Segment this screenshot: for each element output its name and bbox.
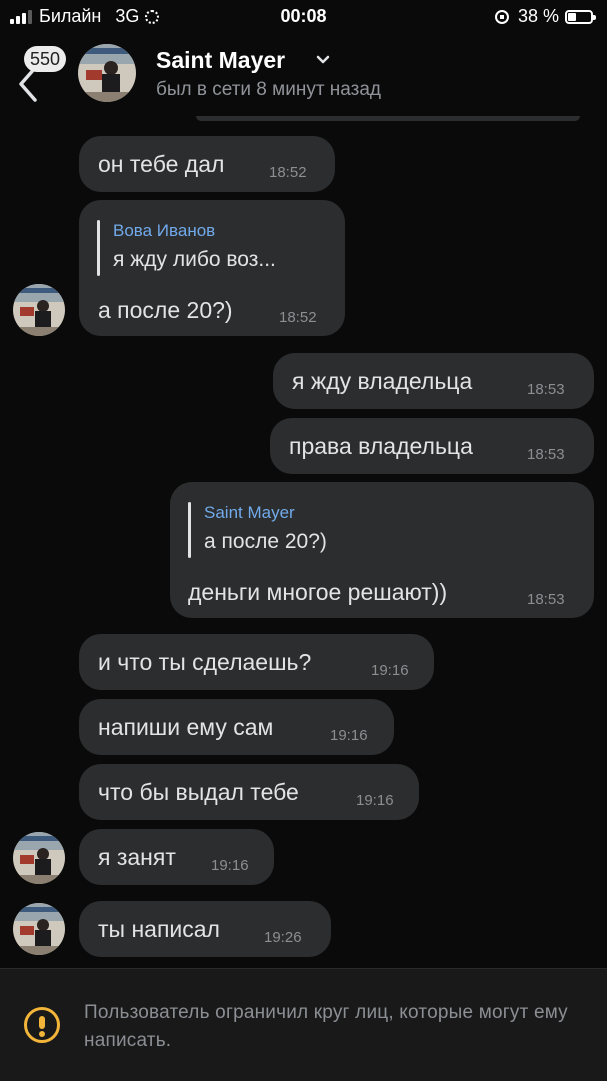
message-text: я занят <box>98 844 176 870</box>
message-time: 19:16 <box>211 857 249 874</box>
sender-avatar[interactable] <box>13 284 65 336</box>
message-bubble-outgoing-reply[interactable]: Saint Mayer а после 20?) деньги многое р… <box>170 482 594 618</box>
contact-name[interactable]: Saint Mayer <box>156 47 285 74</box>
message-text: напиши ему сам <box>98 714 274 740</box>
sender-avatar[interactable] <box>13 903 65 955</box>
sender-avatar[interactable] <box>13 832 65 884</box>
message-bubble-incoming[interactable]: он тебе дал 18:52 <box>79 136 335 192</box>
message-bubble-incoming-reply[interactable]: Вова Иванов я жду либо воз... а после 20… <box>79 200 345 336</box>
message-bubble-incoming[interactable]: что бы выдал тебе 19:16 <box>79 764 419 820</box>
message-bubble-outgoing[interactable]: права владельца 18:53 <box>270 418 594 474</box>
unread-count-badge: 550 <box>24 46 67 72</box>
back-button[interactable]: 550 <box>14 46 74 102</box>
reply-quote-bar <box>97 220 100 276</box>
reply-text: а после 20?) <box>204 530 327 553</box>
chevron-down-icon[interactable] <box>316 55 330 65</box>
last-seen-status: был в сети 8 минут назад <box>156 79 382 100</box>
message-time: 18:52 <box>279 309 317 326</box>
status-bar: Билайн 3G 00:08 38 % <box>0 0 607 34</box>
message-time: 19:26 <box>264 929 302 946</box>
message-text: права владельца <box>289 433 473 459</box>
message-time: 19:16 <box>356 792 394 809</box>
message-text: я жду владельца <box>292 368 473 394</box>
previous-message-edge <box>196 116 580 121</box>
message-bubble-incoming[interactable]: я занят 19:16 <box>79 829 274 885</box>
status-right: 38 % <box>494 6 596 27</box>
contact-avatar[interactable] <box>78 44 136 102</box>
message-time: 18:52 <box>269 164 307 181</box>
message-text: и что ты сделаешь? <box>98 649 312 675</box>
rotation-lock-icon <box>494 9 509 24</box>
restricted-notice-bar: Пользователь ограничил круг лиц, которые… <box>0 968 607 1081</box>
message-time: 19:16 <box>330 727 368 744</box>
reply-author: Saint Mayer <box>204 503 295 522</box>
message-text: деньги многое решают)) <box>188 579 448 605</box>
message-text: он тебе дал <box>98 151 225 177</box>
reply-quote-bar <box>188 502 191 558</box>
message-text: а после 20?) <box>98 297 233 323</box>
reply-author: Вова Иванов <box>113 221 216 240</box>
message-bubble-outgoing[interactable]: я жду владельца 18:53 <box>273 353 594 409</box>
restricted-notice-text: Пользователь ограничил круг лиц, которые… <box>84 1002 568 1051</box>
warning-icon <box>24 1007 60 1043</box>
message-time: 18:53 <box>527 446 565 463</box>
message-bubble-incoming[interactable]: напиши ему сам 19:16 <box>79 699 394 755</box>
chat-header: 550 Saint Mayer был в сети 8 минут назад <box>0 34 607 116</box>
message-text: ты написал <box>98 916 220 942</box>
message-time: 19:16 <box>371 662 409 679</box>
message-text: что бы выдал тебе <box>98 779 299 805</box>
message-time: 18:53 <box>527 591 565 608</box>
battery-icon <box>565 9 596 24</box>
reply-text: я жду либо воз... <box>113 248 276 271</box>
message-bubble-incoming[interactable]: ты написал 19:26 <box>79 901 331 957</box>
battery-percent: 38 % <box>517 6 559 26</box>
message-time: 18:53 <box>527 381 565 398</box>
message-bubble-incoming[interactable]: и что ты сделаешь? 19:16 <box>79 634 434 690</box>
